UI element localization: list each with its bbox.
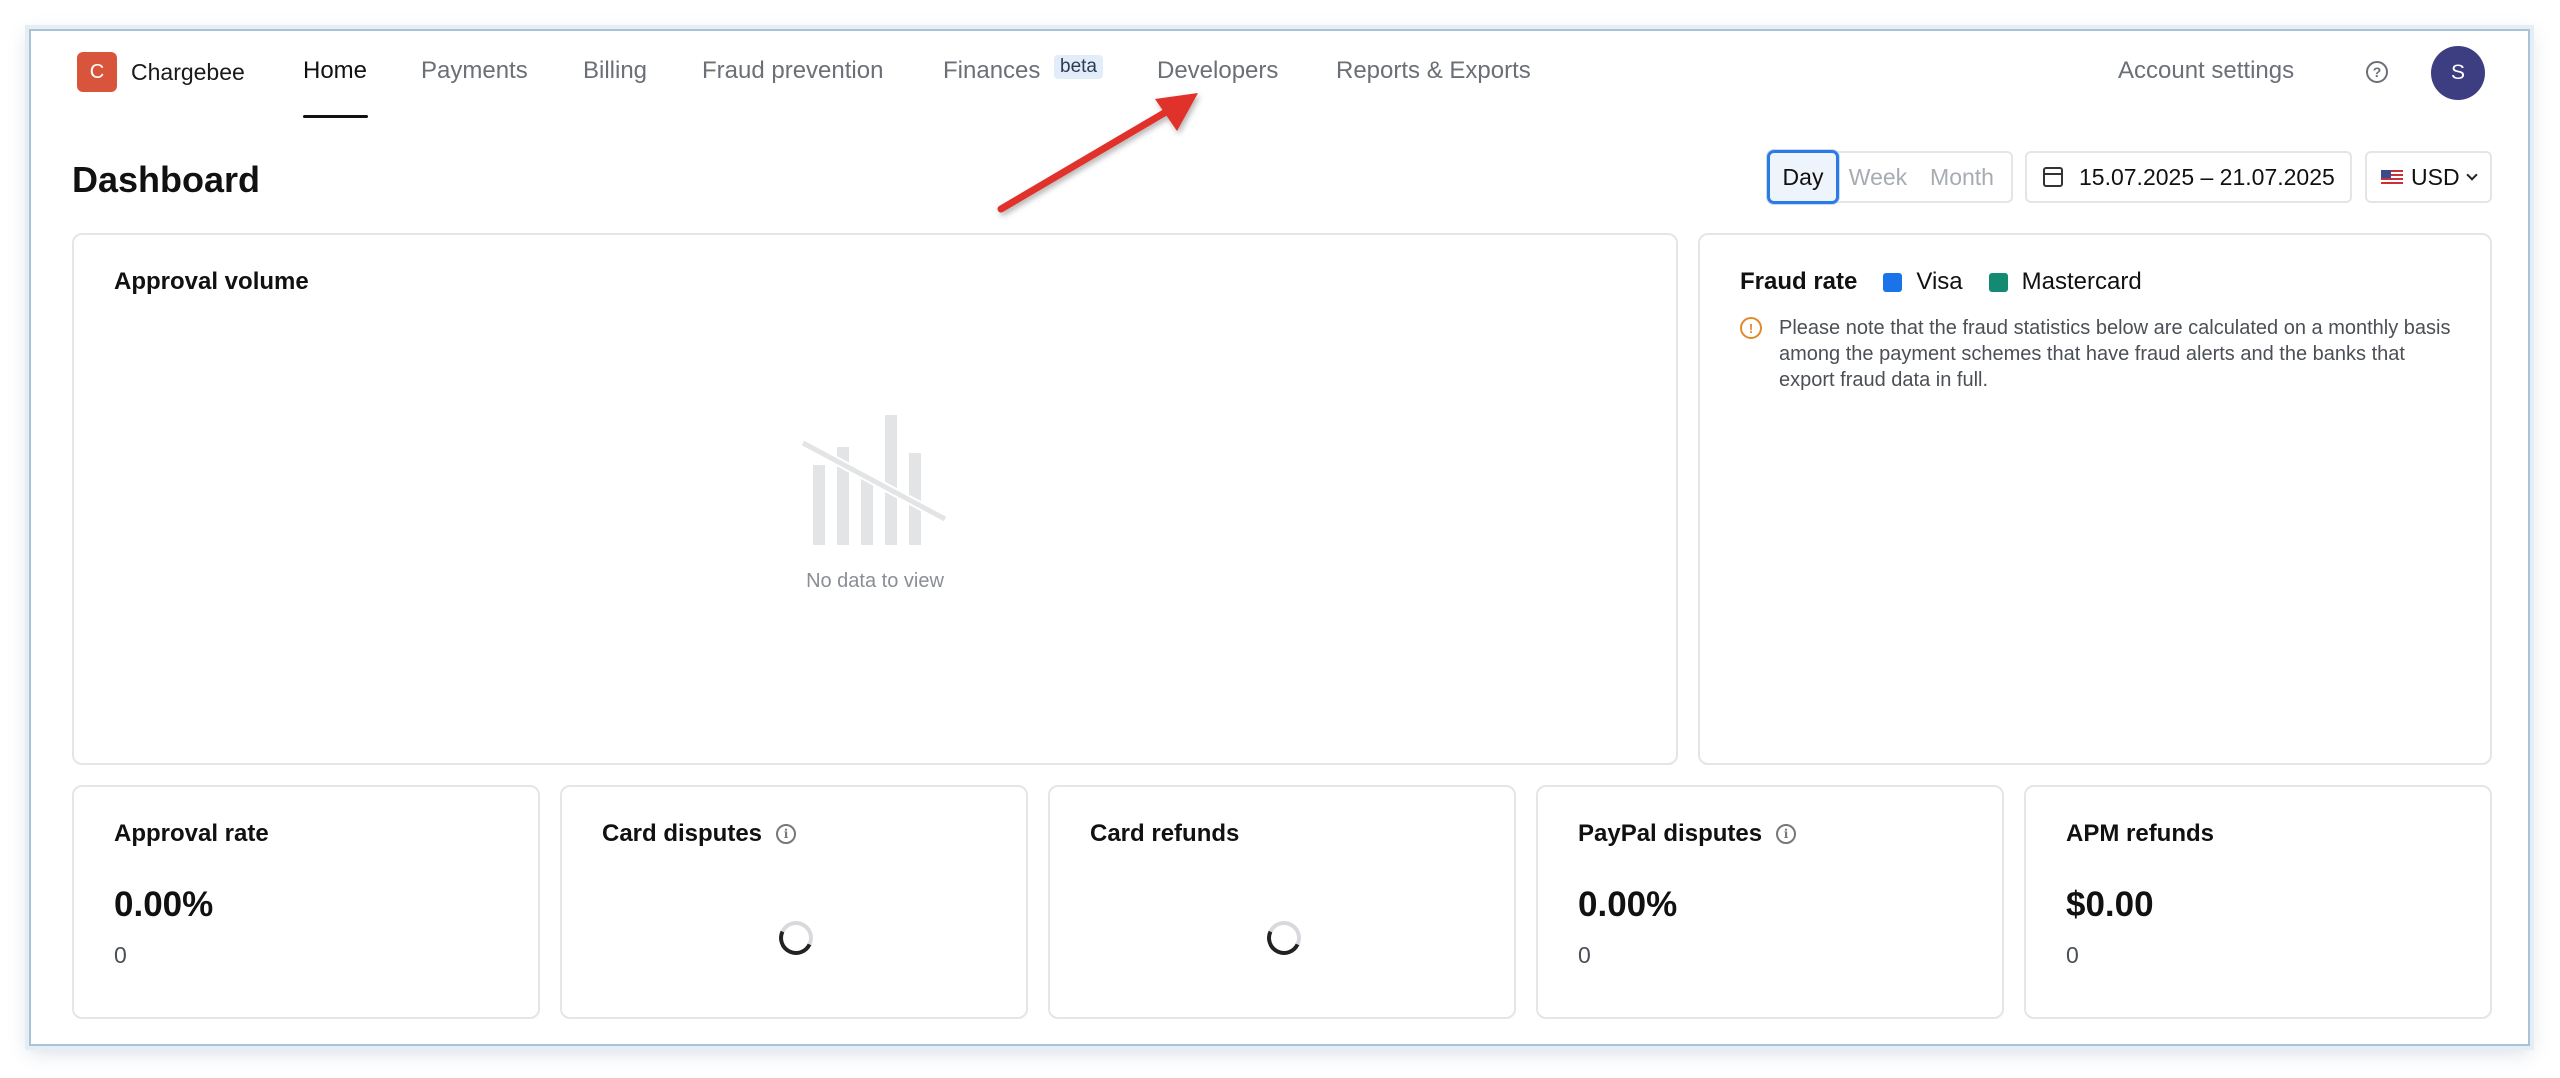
legend-item-visa: Visa bbox=[1883, 268, 1963, 296]
card-title: Approval volume bbox=[114, 268, 309, 295]
card-title-row: PayPal disputes i bbox=[1578, 820, 1797, 848]
period-day-button[interactable]: Day bbox=[1767, 150, 1839, 204]
card-title: APM refunds bbox=[2066, 820, 2215, 847]
empty-state-text: No data to view bbox=[806, 570, 944, 592]
nav-item-home[interactable]: Home bbox=[303, 57, 367, 85]
card-title: Fraud rate bbox=[1740, 268, 1858, 295]
legend-label: Visa bbox=[1916, 268, 1963, 295]
fraud-rate-card: Fraud rate Visa Mastercard ! Please note… bbox=[1698, 233, 2492, 765]
metric-card-apm-refunds: APM refunds $0.00 0 bbox=[2024, 785, 2492, 1019]
nav-item-finances[interactable]: Finances bbox=[943, 57, 1040, 85]
nav-item-developers[interactable]: Developers bbox=[1157, 57, 1278, 85]
info-icon[interactable]: i bbox=[776, 824, 797, 844]
beta-badge: beta bbox=[1054, 55, 1103, 79]
no-data-chart-icon bbox=[800, 415, 948, 545]
info-icon[interactable]: i bbox=[1776, 824, 1797, 844]
metric-count: 0 bbox=[114, 942, 127, 968]
warning-icon: ! bbox=[1740, 317, 1762, 339]
brand[interactable]: C Chargebee bbox=[77, 52, 245, 92]
visa-swatch bbox=[1883, 272, 1903, 292]
period-week-button[interactable]: Week bbox=[1839, 151, 1917, 203]
legend-label: Mastercard bbox=[2021, 268, 2142, 295]
help-icon[interactable]: ? bbox=[2366, 61, 2388, 83]
chargebee-logo-icon: C bbox=[77, 52, 117, 92]
metric-value: $0.00 bbox=[2066, 885, 2154, 924]
brand-name: Chargebee bbox=[131, 58, 245, 85]
date-range-picker[interactable]: 15.07.2025 – 21.07.2025 bbox=[2025, 151, 2352, 203]
card-title: PayPal disputes bbox=[1578, 820, 1763, 847]
metric-count: 0 bbox=[2066, 942, 2079, 968]
card-title: Card disputes bbox=[602, 820, 763, 847]
mastercard-swatch bbox=[1988, 272, 2008, 292]
loading-spinner-icon bbox=[1262, 916, 1306, 960]
approval-volume-card: Approval volume No data to view bbox=[72, 233, 1678, 765]
nav-item-billing[interactable]: Billing bbox=[583, 57, 647, 85]
card-title-row: Card disputes i bbox=[602, 820, 797, 848]
metric-card-approval-rate: Approval rate 0.00% 0 bbox=[72, 785, 540, 1019]
fraud-notice: ! Please note that the fraud statistics … bbox=[1740, 315, 2460, 393]
fraud-rate-header: Fraud rate Visa Mastercard bbox=[1740, 268, 2142, 296]
loading-spinner-icon bbox=[774, 916, 818, 960]
metric-value: 0.00% bbox=[1578, 885, 1678, 924]
avatar[interactable]: S bbox=[2431, 46, 2485, 100]
calendar-icon bbox=[2043, 167, 2063, 187]
metric-value: 0.00% bbox=[114, 885, 214, 924]
us-flag-icon bbox=[2381, 170, 2403, 184]
legend-item-mastercard: Mastercard bbox=[1988, 268, 2142, 296]
period-month-button[interactable]: Month bbox=[1917, 151, 2007, 203]
nav-active-indicator bbox=[303, 115, 368, 118]
app-window: C Chargebee Home Payments Billing Fraud … bbox=[29, 29, 2530, 1046]
nav-item-reports-exports[interactable]: Reports & Exports bbox=[1336, 57, 1531, 85]
metric-card-card-refunds: Card refunds bbox=[1048, 785, 1516, 1019]
nav-item-fraud-prevention[interactable]: Fraud prevention bbox=[702, 57, 883, 85]
metric-count: 0 bbox=[1578, 942, 1591, 968]
empty-state: No data to view bbox=[74, 405, 1676, 593]
currency-value: USD bbox=[2411, 163, 2460, 190]
date-range-value: 15.07.2025 – 21.07.2025 bbox=[2079, 163, 2335, 190]
card-title: Card refunds bbox=[1090, 820, 1240, 847]
card-title: Approval rate bbox=[114, 820, 269, 847]
metric-card-paypal-disputes: PayPal disputes i 0.00% 0 bbox=[1536, 785, 2004, 1019]
metric-card-card-disputes: Card disputes i bbox=[560, 785, 1028, 1019]
notice-text: Please note that the fraud statistics be… bbox=[1779, 317, 2451, 391]
nav-item-payments[interactable]: Payments bbox=[421, 57, 528, 85]
page-title: Dashboard bbox=[72, 159, 261, 200]
period-toggle: Day Week Month bbox=[1767, 150, 2013, 204]
top-navigation: C Chargebee Home Payments Billing Fraud … bbox=[31, 31, 2528, 123]
currency-select[interactable]: USD bbox=[2365, 151, 2492, 203]
chevron-down-icon bbox=[2465, 169, 2478, 181]
account-settings-link[interactable]: Account settings bbox=[2118, 57, 2294, 85]
